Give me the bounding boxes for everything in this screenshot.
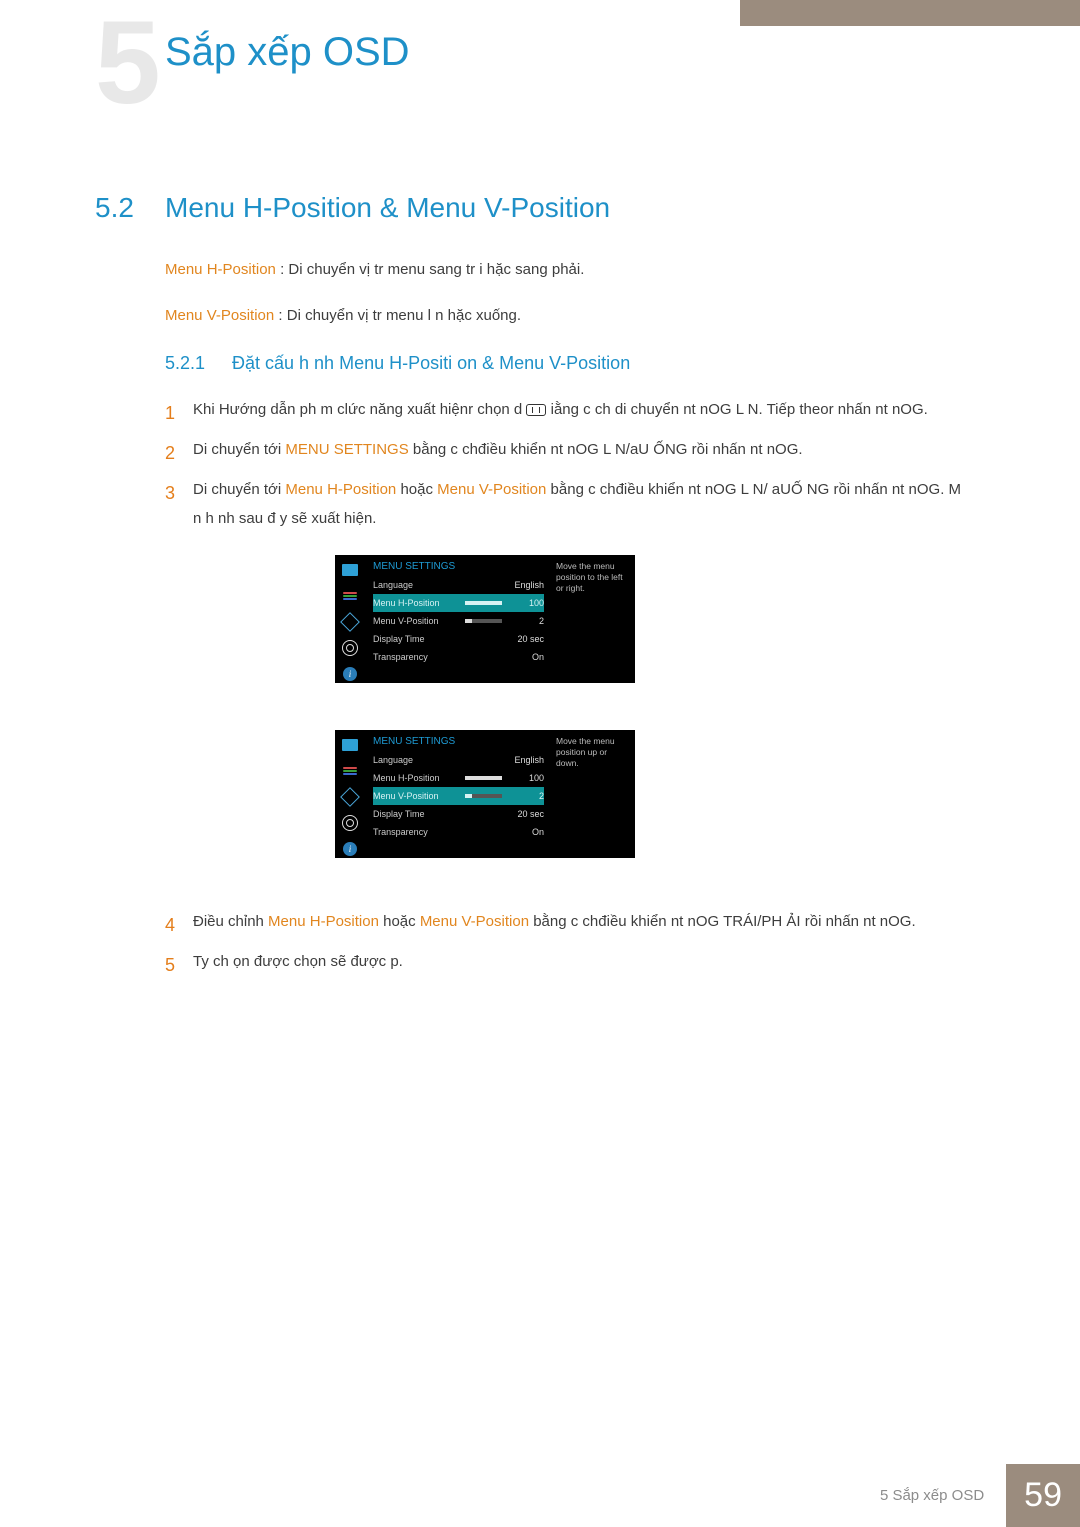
osd-value: On: [510, 652, 544, 662]
step-text: bằng c chđiều khiển nt nOG TRÁI/PH ẢI rồ…: [533, 913, 915, 930]
osd-value: 20 sec: [510, 809, 544, 819]
intro-v-label: Menu V-Position: [165, 307, 274, 324]
osd-label: Menu H-Position: [373, 598, 465, 608]
steps-lower: 4 Điều chỉnh Menu H-Position hoặc Menu V…: [165, 908, 970, 988]
osd-row-vposition: Menu V-Position 2: [373, 612, 544, 630]
osd-row-transparency: Transparency On: [373, 648, 544, 666]
osd-main: MENU SETTINGS Language English Menu H-Po…: [365, 730, 552, 858]
osd-row-hposition: Menu H-Position 100: [373, 594, 544, 612]
osd-sidebar: i: [335, 730, 365, 858]
osd-label: Display Time: [373, 634, 465, 644]
osd-label: Menu V-Position: [373, 791, 465, 801]
osd-label: Transparency: [373, 827, 465, 837]
osd-value: 20 sec: [510, 634, 544, 644]
step-text: Ty ch ọn được chọn sẽ được p.: [193, 953, 403, 970]
step-text: Khi Hướng dẫn ph m clức năng xuất hiệnr …: [193, 401, 526, 418]
color-bars-icon: [341, 587, 359, 605]
osd-value: 2: [510, 616, 544, 626]
info-icon: i: [341, 840, 359, 858]
section-title: Menu H-Position & Menu V-Position: [165, 192, 610, 224]
osd-slider: [465, 794, 502, 798]
step-text: hoặc: [400, 481, 437, 498]
osd-header: MENU SETTINGS: [373, 736, 544, 747]
osd-row-vposition: Menu V-Position 2: [373, 787, 544, 805]
osd-row-displaytime: Display Time 20 sec: [373, 630, 544, 648]
osd-row-displaytime: Display Time 20 sec: [373, 805, 544, 823]
osd-value: English: [510, 580, 544, 590]
osd-label: Display Time: [373, 809, 465, 819]
osd-screenshot-v: i MENU SETTINGS Language English Menu H-…: [335, 730, 635, 858]
page-footer: 5 Sắp xếp OSD 59: [880, 1464, 1080, 1527]
step-text: bằng c chđiều khiển nt nOG L N/aU ỐNG rồ…: [413, 441, 803, 458]
menu-v-label: Menu V-Position: [420, 913, 529, 930]
subsection-title: Đặt cấu h nh Menu H-Positi on & Menu V-P…: [232, 353, 630, 374]
steps-upper: 1 Khi Hướng dẫn ph m clức năng xuất hiện…: [165, 396, 970, 539]
osd-screenshot-h: i MENU SETTINGS Language English Menu H-…: [335, 555, 635, 683]
osd-value: 100: [510, 598, 544, 608]
step-3: 3 Di chuyển tới Menu H-Position hoặc Men…: [165, 476, 970, 533]
osd-slider: [465, 619, 502, 623]
step-text: Di chuyển tới: [193, 481, 285, 498]
intro-block: Menu H-Position : Di chuyển vị tr menu s…: [165, 258, 584, 350]
move-icon: [341, 788, 359, 806]
step-number: 5: [165, 948, 193, 982]
osd-slider: [465, 601, 502, 605]
step-number: 3: [165, 476, 193, 533]
header-accent-bar: [740, 0, 1080, 26]
step-text: hoặc: [383, 913, 420, 930]
color-bars-icon: [341, 762, 359, 780]
menu-v-label: Menu V-Position: [437, 481, 546, 498]
chapter-title: Sắp xếp OSD: [165, 30, 410, 75]
osd-value: 100: [510, 773, 544, 783]
osd-label: Transparency: [373, 652, 465, 662]
menu-settings-label: MENU SETTINGS: [285, 441, 408, 458]
osd-row-language: Language English: [373, 751, 544, 769]
step-4: 4 Điều chỉnh Menu H-Position hoặc Menu V…: [165, 908, 970, 942]
osd-header: MENU SETTINGS: [373, 561, 544, 572]
osd-row-transparency: Transparency On: [373, 823, 544, 841]
step-number: 2: [165, 436, 193, 470]
osd-main: MENU SETTINGS Language English Menu H-Po…: [365, 555, 552, 683]
step-number: 1: [165, 396, 193, 430]
step-text: Điều chỉnh: [193, 913, 268, 930]
info-icon: i: [341, 665, 359, 683]
osd-slider: [465, 776, 502, 780]
step-text: Di chuyển tới: [193, 441, 285, 458]
step-5: 5 Ty ch ọn được chọn sẽ được p.: [165, 948, 970, 982]
monitor-icon: [341, 561, 359, 579]
osd-label: Menu H-Position: [373, 773, 465, 783]
osd-label: Language: [373, 755, 465, 765]
intro-v-text: : Di chuyển vị tr menu l n hặc xuống.: [278, 307, 521, 324]
gear-icon: [341, 639, 359, 657]
osd-row-language: Language English: [373, 576, 544, 594]
monitor-icon: [341, 736, 359, 754]
osd-hint: Move the menu position up or down.: [552, 730, 635, 858]
chapter-number-bg: 5: [95, 4, 161, 122]
osd-label: Language: [373, 580, 465, 590]
step-number: 4: [165, 908, 193, 942]
menu-h-label: Menu H-Position: [268, 913, 379, 930]
osd-sidebar: i: [335, 555, 365, 683]
section-number: 5.2: [95, 192, 134, 224]
intro-h-text: : Di chuyển vị tr menu sang tr i hặc san…: [280, 261, 584, 278]
osd-value: On: [510, 827, 544, 837]
intro-h-label: Menu H-Position: [165, 261, 276, 278]
move-icon: [341, 613, 359, 631]
footer-chapter-label: 5 Sắp xếp OSD: [880, 1465, 1006, 1526]
menu-h-label: Menu H-Position: [285, 481, 396, 498]
page-number: 59: [1006, 1464, 1080, 1527]
osd-value: English: [510, 755, 544, 765]
step-text: iằng c ch di chuyển nt nOG L N. Tiếp the…: [551, 401, 928, 418]
step-1: 1 Khi Hướng dẫn ph m clức năng xuất hiện…: [165, 396, 970, 430]
step-2: 2 Di chuyển tới MENU SETTINGS bằng c chđ…: [165, 436, 970, 470]
osd-value: 2: [510, 791, 544, 801]
subsection-number: 5.2.1: [165, 353, 205, 374]
jog-icon: [526, 404, 546, 416]
gear-icon: [341, 814, 359, 832]
osd-label: Menu V-Position: [373, 616, 465, 626]
osd-row-hposition: Menu H-Position 100: [373, 769, 544, 787]
osd-hint: Move the menu position to the left or ri…: [552, 555, 635, 683]
